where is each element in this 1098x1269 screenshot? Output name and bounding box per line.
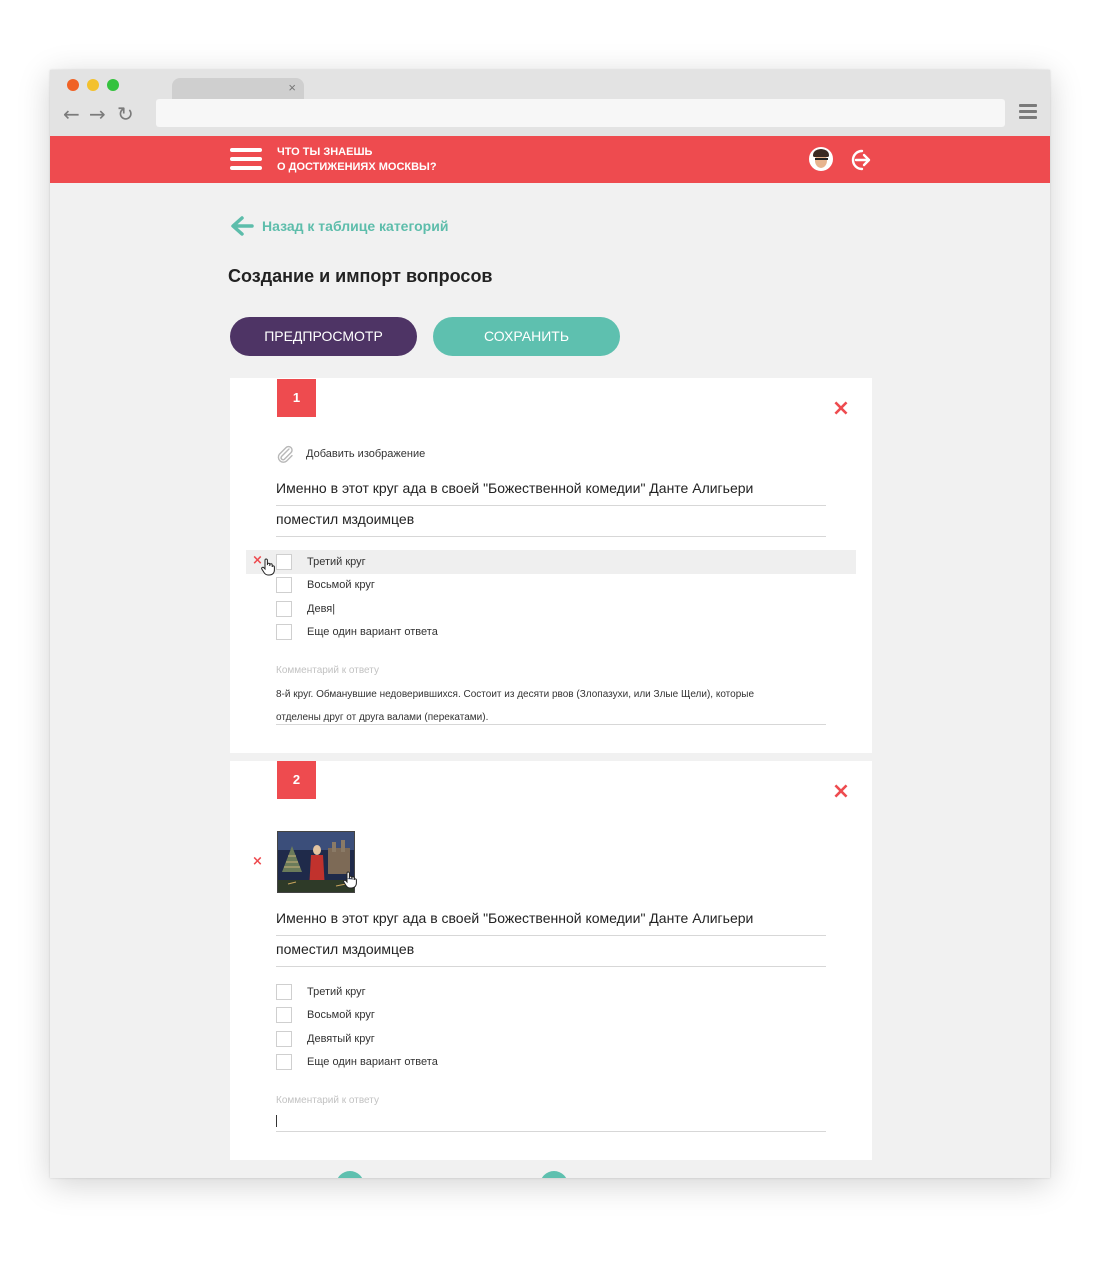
question-text-line-1[interactable]: Именно в этот круг ада в своей "Божестве… — [276, 475, 826, 506]
browser-chrome: × ← → ↻ — [50, 70, 1050, 136]
question-number-badge: 1 — [277, 379, 316, 417]
answer-label[interactable]: Третий круг — [307, 556, 366, 568]
preview-button[interactable]: ПРЕДПРОСМОТР — [230, 317, 417, 356]
app-header: ЧТО ТЫ ЗНАЕШЬ О ДОСТИЖЕНИЯХ МОСКВЫ? — [50, 136, 1050, 183]
answer-checkbox[interactable] — [276, 984, 292, 1000]
answer-option: Девятый круг — [276, 1029, 375, 1049]
text-caret — [276, 1114, 277, 1127]
browser-tab[interactable]: × — [172, 78, 304, 100]
back-to-categories-link[interactable]: Назад к таблице категорий — [230, 214, 448, 238]
app-title-line-2: О ДОСТИЖЕНИЯХ МОСКВЫ? — [277, 161, 437, 173]
import-questions-button[interactable] — [540, 1171, 568, 1178]
add-question-button[interactable] — [336, 1171, 364, 1178]
answer-option: Третий круг — [276, 982, 366, 1002]
answer-checkbox[interactable] — [276, 1054, 292, 1070]
browser-window: × ← → ↻ ЧТО ТЫ ЗНАЕШЬ О ДОСТИЖЕНИЯХ МОСК… — [50, 70, 1050, 1178]
answer-checkbox[interactable] — [276, 577, 292, 593]
add-image-button[interactable]: Добавить изображение — [275, 444, 425, 464]
question-text-line-1[interactable]: Именно в этот круг ада в своей "Божестве… — [276, 905, 826, 936]
answer-label[interactable]: Восьмой круг — [307, 579, 375, 591]
back-arrow-icon — [231, 216, 254, 236]
answer-label[interactable]: Третий круг — [307, 986, 366, 998]
comment-label: Комментарий к ответу — [276, 665, 379, 676]
answer-checkbox[interactable] — [276, 601, 292, 617]
answer-checkbox[interactable] — [276, 1007, 292, 1023]
window-minimize-dot[interactable] — [87, 79, 99, 91]
comment-label: Комментарий к ответу — [276, 1095, 379, 1106]
answer-option: Третий круг — [276, 552, 366, 572]
comment-field[interactable] — [276, 1112, 826, 1132]
delete-image-icon[interactable]: × — [252, 854, 263, 869]
app-title: ЧТО ТЫ ЗНАЕШЬ О ДОСТИЖЕНИЯХ МОСКВЫ? — [277, 145, 437, 175]
tab-close-icon[interactable]: × — [288, 80, 296, 96]
question-card: 2 × × Именно в этот круг ада в своей "Бо… — [230, 761, 872, 1160]
browser-menu-icon[interactable] — [1019, 104, 1037, 122]
answer-option: Еще один вариант ответа — [276, 622, 438, 642]
logout-icon[interactable] — [847, 147, 873, 173]
delete-question-icon[interactable]: × — [830, 781, 852, 803]
answer-checkbox[interactable] — [276, 624, 292, 640]
answer-option: Девя| — [276, 599, 335, 619]
answer-checkbox[interactable] — [276, 554, 292, 570]
hamburger-menu-icon[interactable] — [230, 148, 262, 175]
browser-back-icon[interactable]: ← — [63, 104, 80, 124]
comment-field[interactable]: 8-й круг. Обманувшие недоверившихся. Сос… — [276, 683, 826, 725]
add-image-label: Добавить изображение — [306, 448, 426, 460]
answer-label[interactable]: Девятый круг — [307, 1033, 375, 1045]
answer-label[interactable]: Еще один вариант ответа — [307, 626, 438, 638]
question-card: 1 × Добавить изображение Именно в этот к… — [230, 378, 872, 753]
answer-checkbox[interactable] — [276, 1031, 292, 1047]
question-number-badge: 2 — [277, 761, 316, 799]
back-link-label: Назад к таблице категорий — [262, 218, 449, 234]
app-title-line-1: ЧТО ТЫ ЗНАЕШЬ — [277, 146, 373, 158]
comment-text-line-1: 8-й круг. Обманувшие недоверившихся. Сос… — [276, 689, 755, 700]
answer-option: Еще один вариант ответа — [276, 1052, 438, 1072]
answer-label[interactable]: Девя| — [307, 603, 335, 615]
page-title: Создание и импорт вопросов — [228, 266, 493, 286]
question-text-line-2[interactable]: поместил мздоимцев — [276, 936, 826, 967]
window-close-dot[interactable] — [67, 79, 79, 91]
paperclip-icon — [277, 445, 293, 463]
hand-cursor-icon — [343, 871, 357, 889]
browser-forward-icon[interactable]: → — [89, 104, 106, 124]
save-button[interactable]: СОХРАНИТЬ — [433, 317, 620, 356]
question-text-line-2[interactable]: поместил мздоимцев — [276, 506, 826, 537]
delete-question-icon[interactable]: × — [830, 398, 852, 420]
comment-text-line-2: отделены друг от друга валами (перекатам… — [276, 712, 489, 723]
browser-reload-icon[interactable]: ↻ — [117, 104, 134, 124]
answer-option: Восьмой круг — [276, 1005, 375, 1025]
answer-label[interactable]: Восьмой круг — [307, 1009, 375, 1021]
address-bar[interactable] — [156, 99, 1005, 127]
user-avatar[interactable] — [809, 147, 833, 171]
hand-cursor-icon — [261, 558, 275, 576]
window-maximize-dot[interactable] — [107, 79, 119, 91]
answer-option: Восьмой круг — [276, 575, 375, 595]
answer-label[interactable]: Еще один вариант ответа — [307, 1056, 438, 1068]
